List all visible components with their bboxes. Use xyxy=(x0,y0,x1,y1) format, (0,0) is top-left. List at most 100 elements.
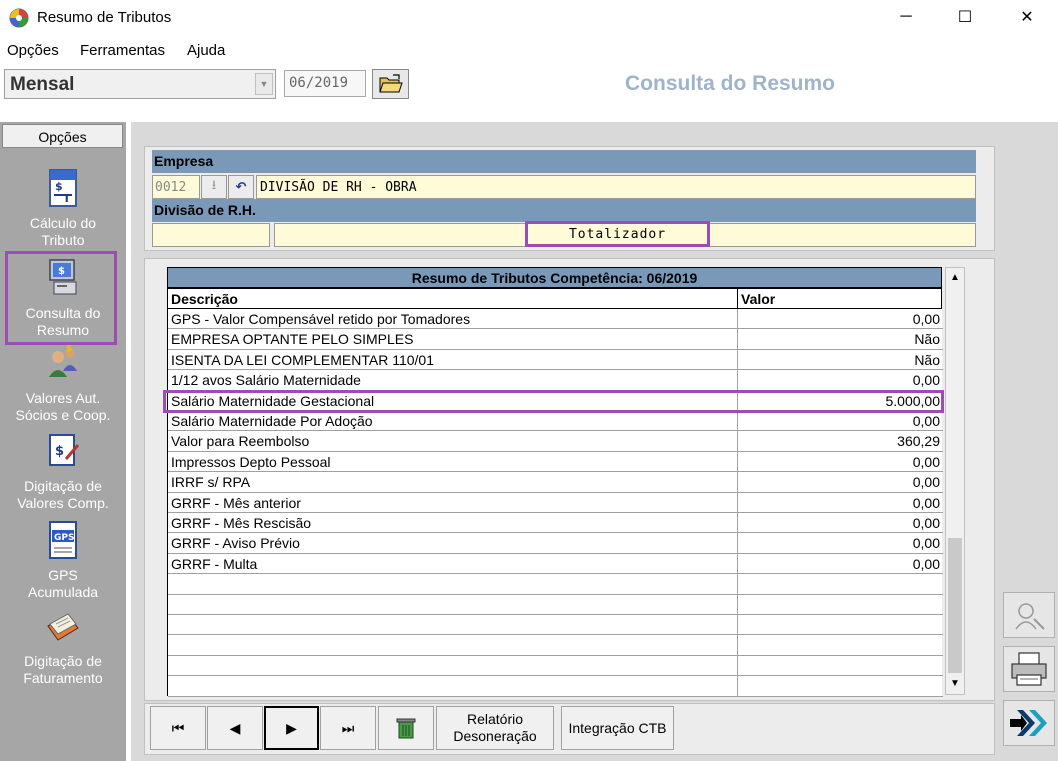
table-row[interactable]: Valor para Reembolso 360,29 xyxy=(168,431,943,452)
svg-text:T: T xyxy=(63,192,71,205)
table-row[interactable]: GRRF - Mês anterior 0,00 xyxy=(168,492,943,513)
exit-button[interactable] xyxy=(1003,700,1055,746)
last-record-icon: ⏭ xyxy=(341,719,355,736)
column-divider xyxy=(737,574,738,594)
row-valor: 0,00 xyxy=(912,494,940,511)
menu-ajuda[interactable]: Ajuda xyxy=(187,42,225,59)
column-divider xyxy=(737,411,738,431)
divisao-code-input[interactable] xyxy=(152,223,270,247)
period-input[interactable]: 06/2019 xyxy=(284,70,366,97)
totalizador-label: Totalizador xyxy=(525,221,710,247)
sidebar-item-valores-aut[interactable]: $ Valores Aut. Sócios e Coop. xyxy=(0,343,126,424)
scroll-up-icon[interactable]: ▲ xyxy=(947,269,963,287)
delete-button[interactable] xyxy=(378,706,434,750)
sidebar-item-digitacao-valores[interactable]: $ Digitação de Valores Comp. xyxy=(0,431,126,512)
mode-select[interactable]: Mensal ▼ xyxy=(4,69,276,99)
sidebar-item-gps-acumulada[interactable]: GPS GPS Acumulada xyxy=(0,520,126,601)
column-divider xyxy=(737,553,738,574)
row-valor: 0,00 xyxy=(912,515,940,531)
download-button[interactable]: ⭳ xyxy=(201,175,227,199)
column-header-descricao[interactable]: Descrição xyxy=(167,288,738,309)
row-descricao: Impressos Depto Pessoal xyxy=(171,453,331,470)
mode-value: Mensal xyxy=(10,74,75,95)
column-divider xyxy=(737,451,738,472)
table-row[interactable]: EMPRESA OPTANTE PELO SIMPLES Não xyxy=(168,329,943,350)
row-descricao: GPS - Valor Compensável retido por Tomad… xyxy=(171,311,471,327)
table-row[interactable] xyxy=(168,594,943,615)
divisao-label: Divisão de R.H. xyxy=(152,199,976,222)
maximize-button[interactable]: ☐ xyxy=(942,0,988,34)
row-descricao: GRRF - Mês Rescisão xyxy=(171,515,312,531)
table-row[interactable]: GRRF - Multa 0,00 xyxy=(168,553,943,575)
sidebar-header: Opções xyxy=(2,124,123,148)
table-scrollbar[interactable]: ▲ ▼ xyxy=(945,267,965,695)
row-valor: 360,29 xyxy=(897,433,940,450)
row-valor: 0,00 xyxy=(912,413,940,429)
selected-row-highlight xyxy=(163,390,944,413)
table-row[interactable] xyxy=(168,655,943,677)
table-row[interactable]: GRRF - Aviso Prévio 0,00 xyxy=(168,533,943,554)
sidebar-item-label: Digitação de Faturamento xyxy=(23,653,103,686)
selected-item-highlight xyxy=(5,251,117,345)
empresa-code-input[interactable]: 0012 xyxy=(152,175,200,199)
tax-calc-icon: $ T xyxy=(49,169,77,207)
scrollbar-thumb[interactable] xyxy=(948,538,962,673)
table-row[interactable]: Salário Maternidade Por Adoção 0,00 xyxy=(168,411,943,432)
table-row[interactable] xyxy=(168,574,943,595)
table-row[interactable]: GRRF - Mês Rescisão 0,00 xyxy=(168,513,943,534)
relatorio-desoneracao-button[interactable]: Relatório Desoneração xyxy=(436,706,554,750)
column-header-valor[interactable]: Valor xyxy=(737,288,942,309)
open-folder-button[interactable] xyxy=(372,69,409,99)
table-row[interactable]: ISENTA DA LEI COMPLEMENTAR 110/01 Não xyxy=(168,349,943,371)
last-record-button[interactable]: ⏭ xyxy=(320,706,376,750)
table-row[interactable] xyxy=(168,615,943,636)
table-row[interactable]: GPS - Valor Compensável retido por Tomad… xyxy=(168,309,943,330)
svg-text:$: $ xyxy=(55,180,63,193)
previous-record-button[interactable]: ◀ xyxy=(207,706,263,750)
svg-text:GPS: GPS xyxy=(54,533,74,543)
search-user-button[interactable] xyxy=(1003,592,1055,638)
next-record-button[interactable]: ▶ xyxy=(264,706,319,750)
sidebar-item-digitacao-faturamento[interactable]: Digitação de Faturamento xyxy=(0,606,126,687)
row-descricao: 1/12 avos Salário Maternidade xyxy=(171,372,361,389)
column-divider xyxy=(737,615,738,635)
close-button[interactable]: ✕ xyxy=(1004,0,1050,34)
row-descricao: IRRF s/ RPA xyxy=(171,474,251,491)
table-row[interactable] xyxy=(168,676,943,697)
chevron-down-icon[interactable]: ▼ xyxy=(255,73,273,95)
table-row[interactable]: IRRF s/ RPA 0,00 xyxy=(168,472,943,493)
integracao-ctb-button[interactable]: Integração CTB xyxy=(561,706,674,750)
row-valor: 0,00 xyxy=(912,535,940,552)
menu-ferramentas[interactable]: Ferramentas xyxy=(80,42,165,59)
undo-button[interactable]: ↶ xyxy=(228,175,254,199)
print-button[interactable] xyxy=(1003,646,1055,692)
menu-opcoes[interactable]: Opções xyxy=(7,42,59,59)
table-row[interactable] xyxy=(168,635,943,656)
row-descricao: Valor para Reembolso xyxy=(171,433,310,450)
table-title: Resumo de Tributos Competência: 06/2019 xyxy=(167,267,942,288)
row-descricao: GRRF - Aviso Prévio xyxy=(171,535,300,552)
row-valor: 0,00 xyxy=(912,311,940,327)
scroll-down-icon[interactable]: ▼ xyxy=(947,675,963,693)
printer-icon xyxy=(1011,652,1047,686)
minimize-button[interactable]: ─ xyxy=(883,0,929,34)
column-divider xyxy=(737,533,738,553)
menu-bar: Opções Ferramentas Ajuda xyxy=(0,38,1058,64)
first-record-button[interactable]: ⏮ xyxy=(150,706,206,750)
sidebar-item-label: Cálculo do Tributo xyxy=(29,215,97,248)
title-bar: Resumo de Tributos ─ ☐ ✕ xyxy=(0,0,1058,36)
column-divider xyxy=(737,676,738,696)
row-descricao: ISENTA DA LEI COMPLEMENTAR 110/01 xyxy=(171,351,434,368)
sidebar-item-label: GPS Acumulada xyxy=(28,567,99,600)
sidebar-item-calculo-tributo[interactable]: $ T Cálculo do Tributo xyxy=(0,168,126,249)
ledger-book-icon xyxy=(47,613,79,641)
table-row[interactable]: 1/12 avos Salário Maternidade 0,00 xyxy=(168,370,943,391)
column-divider xyxy=(737,349,738,370)
row-descricao: GRRF - Mês anterior xyxy=(171,494,301,511)
previous-record-icon: ◀ xyxy=(229,719,241,736)
svg-text:$: $ xyxy=(66,344,72,354)
table-row[interactable]: Impressos Depto Pessoal 0,00 xyxy=(168,451,943,473)
column-divider xyxy=(737,635,738,655)
column-divider xyxy=(737,309,738,329)
row-valor: 0,00 xyxy=(912,372,940,389)
